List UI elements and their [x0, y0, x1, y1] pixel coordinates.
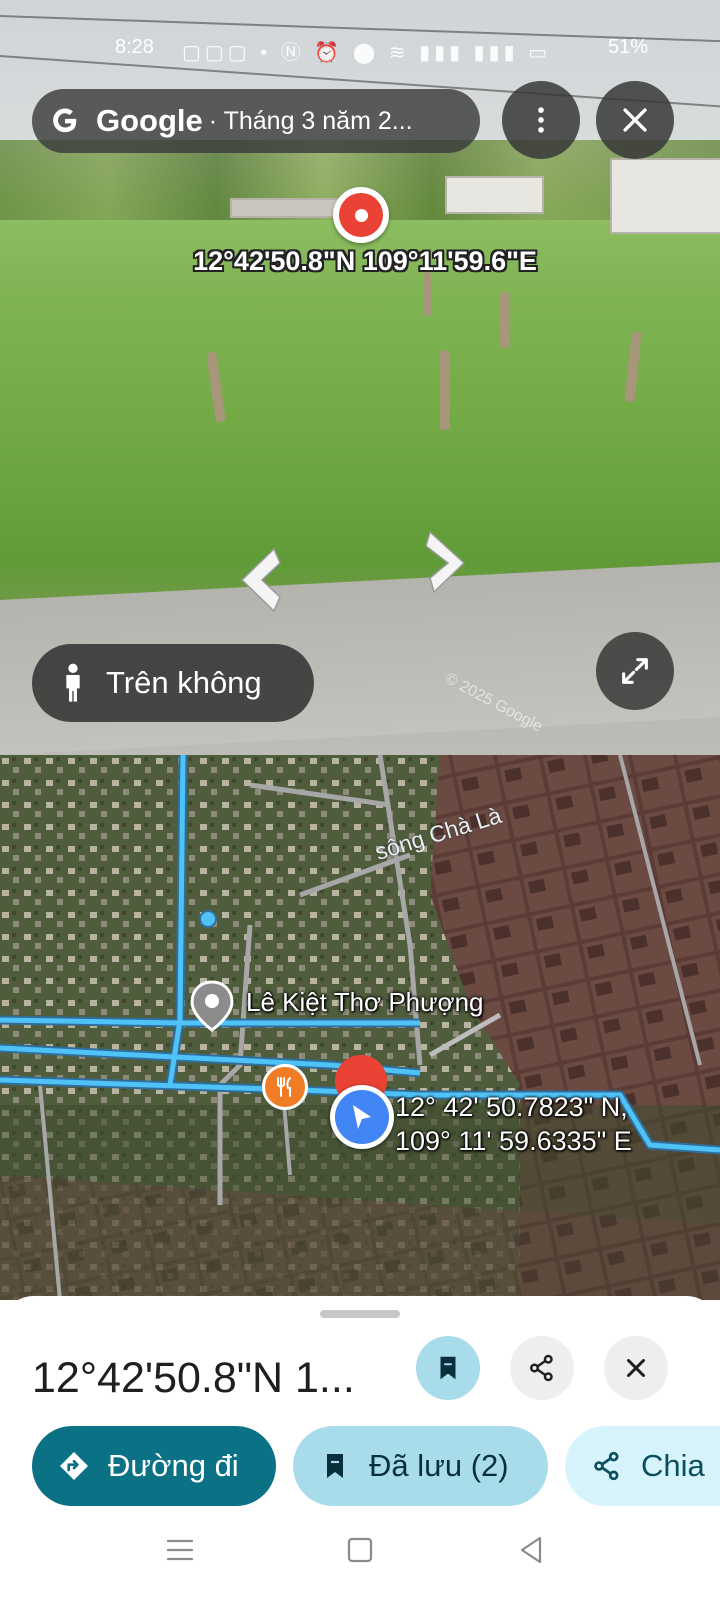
google-g-icon: [53, 108, 77, 133]
saved-chip-button[interactable]: Đã lưu (2): [293, 1426, 548, 1506]
fence-post: [423, 272, 431, 316]
status-icons: ▢▢▢ • Ⓝ ⏰ ⬤ ≋ ▮▮▮ ▮▮▮ ▭: [182, 42, 552, 64]
map-imagery: [0, 755, 720, 1300]
navigation-arrow-icon: [353, 1105, 371, 1129]
drag-handle[interactable]: [320, 1310, 400, 1318]
directions-icon: [60, 1452, 88, 1480]
house: [445, 176, 544, 214]
location-pin: [333, 187, 389, 243]
directions-button[interactable]: Đường đi: [32, 1426, 276, 1506]
share-label: Chia: [641, 1448, 705, 1483]
latitude-text: 12° 42' 50.7823" N,: [395, 1092, 628, 1122]
home-icon[interactable]: [340, 1530, 380, 1570]
bookmark-icon: [440, 1356, 456, 1380]
directions-label: Đường đi: [108, 1448, 239, 1483]
bookmark-icon: [327, 1454, 343, 1478]
back-icon[interactable]: [512, 1530, 552, 1570]
navigate-forward-arrow[interactable]: [420, 528, 480, 598]
saved-toggle-button[interactable]: [416, 1336, 480, 1400]
fence-post: [624, 331, 642, 403]
close-street-view-button[interactable]: [596, 81, 674, 159]
status-time: 8:28: [115, 36, 154, 58]
battery-level: 51%: [608, 36, 649, 58]
fork-knife-icon: [277, 1077, 291, 1097]
place-label[interactable]: Lê Kiệt Thơ Phượng: [246, 987, 484, 1018]
fence-post: [206, 351, 226, 423]
share-button[interactable]: [510, 1336, 574, 1400]
close-icon: [627, 1359, 645, 1377]
street-view-header[interactable]: Google · Tháng 3 năm 2...: [32, 89, 480, 153]
place-title: 12°42'50.8"N 1...: [32, 1354, 355, 1402]
more-vert-icon: [538, 107, 544, 133]
recent-apps-icon[interactable]: [160, 1530, 200, 1570]
longitude-text: 109° 11' 59.6335" E: [395, 1126, 632, 1156]
fence-post: [500, 292, 510, 348]
current-location-marker[interactable]: [330, 1085, 394, 1149]
map-coordinates: 12° 42' 50.7823" N, 109° 11' 59.6335" E: [395, 1090, 632, 1158]
expand-icon: [622, 658, 648, 684]
expand-button[interactable]: [596, 632, 674, 710]
restaurant-icon[interactable]: [262, 1064, 308, 1110]
close-sheet-button[interactable]: [604, 1336, 668, 1400]
system-navigation-bar: [0, 1500, 720, 1600]
share-chip-button[interactable]: Chia: [565, 1426, 720, 1506]
navigate-back-arrow[interactable]: [230, 545, 290, 615]
person-icon: [66, 663, 80, 702]
saved-label: Đã lưu (2): [369, 1448, 509, 1483]
share-icon: [594, 1451, 619, 1481]
close-icon: [623, 108, 647, 132]
more-options-button[interactable]: [502, 81, 580, 159]
house: [610, 158, 720, 234]
google-brand: Google: [96, 103, 203, 138]
capture-date: · Tháng 3 năm 2...: [208, 106, 413, 135]
status-bar: 8:28 ▢▢▢ • Ⓝ ⏰ ⬤ ≋ ▮▮▮ ▮▮▮ ▭ 51%: [0, 32, 720, 64]
view-mode-label: Trên không: [106, 665, 262, 700]
share-icon: [530, 1354, 553, 1382]
satellite-map[interactable]: [0, 755, 720, 1300]
fence-post: [440, 350, 450, 430]
place-marker-icon[interactable]: [190, 980, 234, 1032]
pin-coordinates: 12°42'50.8"N 109°11'59.6"E: [193, 246, 537, 276]
view-mode-button[interactable]: Trên không: [32, 644, 314, 722]
